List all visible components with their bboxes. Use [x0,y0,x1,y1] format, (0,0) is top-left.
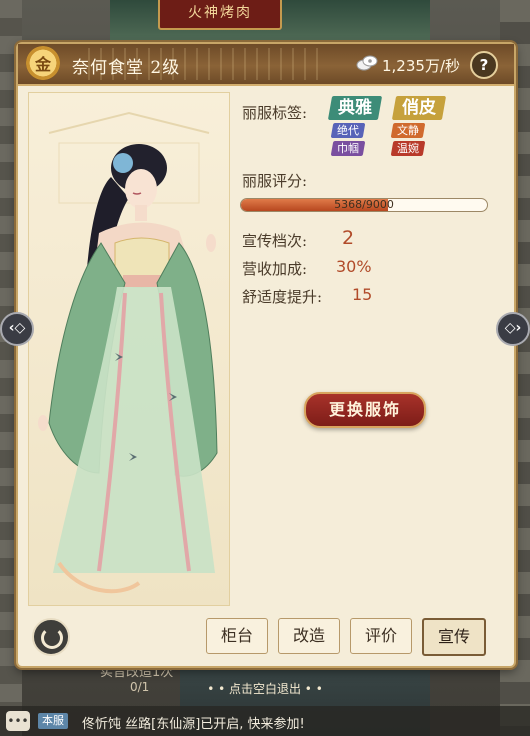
costume-panel: 金 奈何食堂 2级 1,235万/秒 ? 丽服标签: 典雅 俏皮 绝代 文静 巾… [16,42,516,668]
tag-quiet: 文静 [390,123,426,138]
exit-hint: • • 点击空白退出 • • [207,682,323,696]
prev-arrow-icon[interactable]: ‹◇ [0,312,34,346]
tab-review[interactable]: 评价 [350,618,412,654]
revenue-bonus-value: 30% [336,257,372,276]
shop-logo-icon: 金 [26,46,60,80]
revenue-bonus-label: 营收加成: [242,260,308,278]
tag-gentle: 温婉 [390,141,426,156]
comfort-label: 舒适度提升: [242,288,323,306]
shop-name: 奈何食堂 2级 [72,58,181,78]
character-portrait [28,92,230,606]
tag-peerless: 绝代 [330,123,366,138]
chat-icon[interactable]: ••• [6,711,30,731]
rating-progress-bar: 5368/9000 [240,198,488,212]
tab-renovate[interactable]: 改造 [278,618,340,654]
comfort-value: 15 [352,285,373,304]
scene-signboard: 火神烤肉 [158,0,282,30]
tab-promotion[interactable]: 宣传 [422,618,486,656]
tags-label: 丽服标签: [242,104,308,122]
promo-level-value: 2 [342,227,355,249]
change-costume-button[interactable]: 更换服饰 [304,392,426,428]
income-rate: 1,235万/秒 [382,57,460,75]
character-figure [38,111,218,594]
chat-message: 佟忻饨 丝路[东仙源]已开启, 快来参加! [82,717,305,732]
rating-progress-text: 5368/9000 [334,198,394,211]
help-button[interactable]: ? [470,51,498,79]
tab-counter[interactable]: 柜台 [206,618,268,654]
tag-playful: 俏皮 [391,96,447,120]
tag-heroine: 巾帼 [330,141,366,156]
coin-icon [356,55,378,71]
promo-level-label: 宣传档次: [242,232,308,250]
tag-elegant: 典雅 [327,96,383,120]
rating-label: 丽服评分: [242,172,308,190]
panel-header: 金 奈何食堂 2级 1,235万/秒 ? [18,44,514,86]
refresh-icon[interactable] [32,618,70,656]
chat-bar[interactable]: ••• 本服 佟忻饨 丝路[东仙源]已开启, 快来参加! [0,706,530,736]
chat-channel-badge: 本服 [38,713,68,729]
next-arrow-icon[interactable]: ◇› [496,312,530,346]
